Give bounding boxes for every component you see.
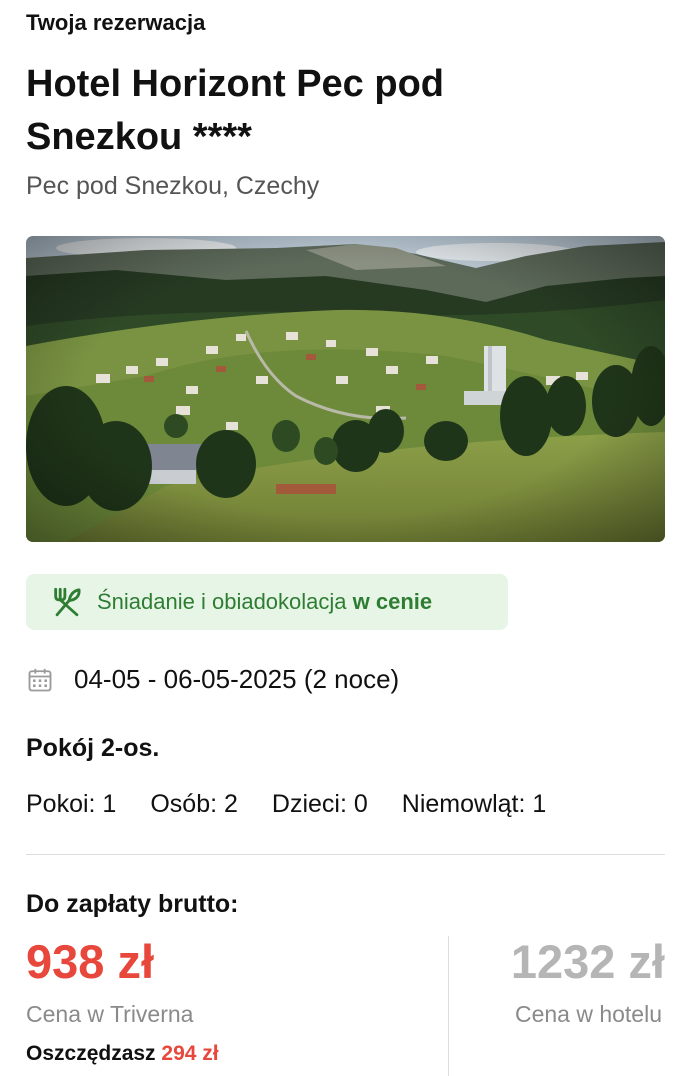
- our-price: 938 zł: [26, 935, 155, 988]
- meal-plan-text: Śniadanie i obiadokolacja w cenie: [97, 589, 433, 614]
- hotel-photo: [26, 236, 665, 542]
- hotel-price-label: Cena w hotelu: [514, 1001, 662, 1027]
- stay-dates: 04-05 - 06-05-2025 (2 noce): [26, 664, 399, 695]
- payment-label: Do zapłaty brutto:: [26, 890, 239, 918]
- infants-count: Niemowląt: 1: [401, 790, 547, 818]
- divider: [26, 854, 665, 855]
- rooms-count: Pokoi: 1: [26, 790, 117, 818]
- price-divider: [448, 936, 449, 1076]
- occupancy-summary: Pokoi: 1 Osób: 2 Dzieci: 0 Niemowląt: 1: [26, 790, 580, 819]
- meal-plan-badge: Śniadanie i obiadokolacja w cenie: [26, 574, 508, 630]
- stay-dates-text: 04-05 - 06-05-2025 (2 noce): [74, 664, 400, 694]
- room-type: Pokój 2-os.: [26, 734, 160, 762]
- children-count: Dzieci: 0: [271, 790, 368, 818]
- our-price-label: Cena w Triverna: [26, 1001, 194, 1027]
- calendar-icon: [26, 666, 54, 694]
- savings-info: Oszczędzasz 294 zł: [26, 1042, 219, 1065]
- section-label: Twoja rezerwacja: [26, 10, 206, 35]
- hotel-name: Hotel Horizont Pec pod Snezkou ****: [26, 63, 444, 158]
- hotel-location: Pec pod Snezkou, Czechy: [26, 172, 320, 200]
- guests-count: Osób: 2: [150, 790, 238, 818]
- savings-amount: 294 zł: [161, 1042, 219, 1065]
- hotel-price: 1232 zł: [510, 935, 665, 988]
- cutlery-icon: [50, 585, 84, 619]
